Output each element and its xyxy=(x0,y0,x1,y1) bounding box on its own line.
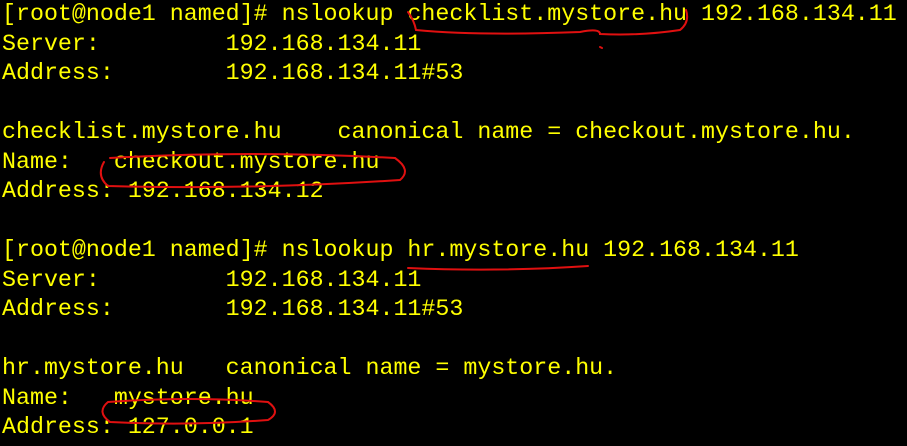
output-line: Address: 127.0.0.1 xyxy=(2,414,254,440)
output-line: Name: checkout.mystore.hu xyxy=(2,148,380,175)
command-line: [root@node1 named]# nslookup checklist.m… xyxy=(2,1,897,27)
output-line: Server: 192.168.134.11 xyxy=(2,30,422,57)
output-line: checklist.mystore.hu canonical name = ch… xyxy=(2,119,855,145)
output-line: Address: 192.168.134.11#53 xyxy=(2,60,464,86)
command-line: [root@node1 named]# nslookup hr.mystore.… xyxy=(2,237,799,263)
output-line: Address: 192.168.134.12 xyxy=(2,178,324,204)
output-line: Address: 192.168.134.11#53 xyxy=(2,296,464,322)
output-line: Server: 192.168.134.11 xyxy=(2,266,422,293)
output-line: hr.mystore.hu canonical name = mystore.h… xyxy=(2,355,618,381)
terminal-output[interactable]: [root@node1 named]# nslookup checklist.m… xyxy=(2,0,897,443)
output-line: Name: mystore.hu xyxy=(2,384,254,411)
